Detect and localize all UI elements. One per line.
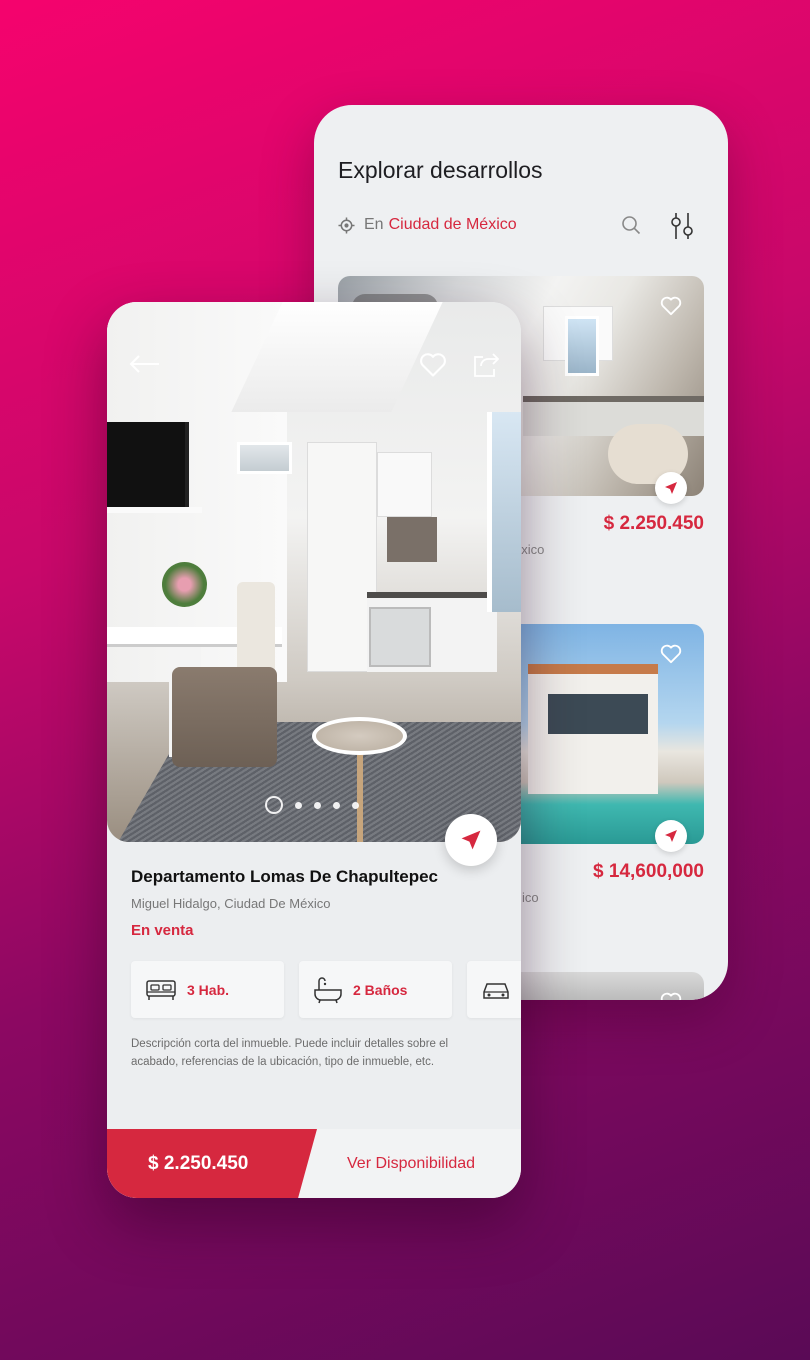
feature-label: 2 Baños — [353, 981, 408, 998]
property-title: Departamento Lomas De Chapultepec — [131, 867, 439, 886]
property-price: $ 2.250.450 — [148, 1152, 249, 1174]
photo-detail — [312, 717, 407, 755]
navigate-button[interactable] — [445, 814, 497, 866]
photo-detail — [107, 507, 202, 513]
page-title: Explorar desarrollos — [338, 157, 543, 183]
share-icon[interactable] — [473, 352, 499, 378]
availability-button[interactable]: Ver Disponibilidad — [347, 1129, 475, 1198]
navigation-arrow-icon — [665, 830, 677, 842]
feature-bedrooms: 3 Hab. — [131, 961, 284, 1018]
photo-detail — [565, 316, 599, 376]
back-arrow-icon[interactable] — [129, 352, 161, 376]
photo-detail — [487, 412, 521, 612]
bottom-bar: $ 2.250.450 Ver Disponibilidad — [107, 1129, 521, 1198]
status-badge: En venta — [131, 922, 194, 939]
carousel-dot[interactable] — [295, 801, 302, 809]
photo-detail — [162, 562, 207, 607]
photo-detail — [387, 517, 437, 562]
favorite-heart-icon[interactable] — [660, 992, 682, 1000]
favorite-heart-icon[interactable] — [419, 352, 447, 378]
feature-label: 3 Hab. — [187, 981, 230, 998]
photo-detail — [107, 422, 189, 512]
filter-sliders-icon[interactable] — [669, 211, 695, 241]
listing-price: $ 2.250.450 — [603, 513, 704, 534]
photo-detail — [548, 694, 648, 734]
price-tag: $ 2.250.450 — [107, 1129, 317, 1198]
location-city[interactable]: Ciudad de México — [389, 216, 517, 234]
property-detail-screen: Departamento Lomas De Chapultepec Miguel… — [107, 302, 521, 1198]
listing-location-fragment: ico — [522, 890, 539, 905]
carousel-indicator — [265, 796, 371, 814]
navigate-button[interactable] — [655, 472, 687, 504]
navigate-button[interactable] — [655, 820, 687, 852]
carousel-dot[interactable] — [333, 801, 340, 809]
feature-bathrooms: 2 Baños — [299, 961, 452, 1018]
carousel-dot[interactable] — [314, 801, 321, 809]
carousel-dot[interactable] — [352, 801, 359, 809]
photo-detail — [237, 442, 292, 474]
search-icon[interactable] — [621, 215, 641, 235]
property-location: Miguel Hidalgo, Ciudad De México — [131, 896, 331, 911]
photo-detail — [369, 607, 431, 667]
car-icon — [483, 982, 509, 999]
photo-detail — [172, 667, 277, 767]
navigation-arrow-icon — [665, 482, 677, 494]
location-prefix: En — [364, 216, 384, 233]
property-description: Descripción corta del inmueble. Puede in… — [131, 1038, 449, 1068]
location-target-icon — [338, 216, 355, 234]
favorite-heart-icon[interactable] — [660, 296, 682, 316]
navigation-arrow-icon — [461, 830, 481, 850]
bed-icon — [146, 979, 176, 1000]
listing-price: $ 14,600,000 — [593, 861, 704, 882]
bathtub-icon — [314, 976, 342, 1003]
location-selector[interactable]: En Ciudad de México — [338, 216, 517, 234]
favorite-heart-icon[interactable] — [660, 644, 682, 664]
feature-parking — [467, 961, 521, 1018]
carousel-dot[interactable] — [265, 796, 283, 814]
photo-detail — [377, 452, 432, 517]
property-photo-carousel[interactable] — [107, 302, 521, 842]
